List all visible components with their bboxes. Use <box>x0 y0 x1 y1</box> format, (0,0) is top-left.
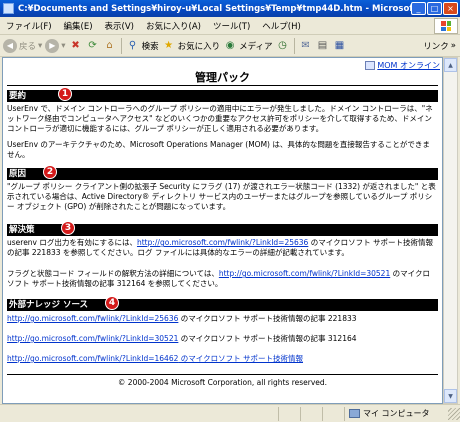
chevron-down-icon: ▾ <box>38 40 43 51</box>
resolution-text: userenv ログ出力を有効にするには、 <box>7 238 137 247</box>
chevron-down-icon: ▾ <box>61 40 66 51</box>
title-bar: C:¥Documents and Settings¥hiroy-u¥Local … <box>0 0 460 17</box>
callout-badge: 1 <box>58 87 72 101</box>
cause-paragraph: "グループ ポリシー クライアント側の拡張子 Security にフラグ (17… <box>7 182 436 211</box>
zone-label: マイ コンピュータ <box>363 409 430 418</box>
status-cell <box>322 406 344 421</box>
status-bar: マイ コンピュータ <box>0 404 460 422</box>
windows-logo-icon <box>434 18 458 34</box>
refresh-icon[interactable]: ⟳ <box>86 39 100 53</box>
back-button[interactable]: ◀ 戻る ▾ <box>3 38 43 53</box>
search-icon: ⚲ <box>128 39 137 51</box>
external-link-item: http://go.microsoft.com/fwlink/?LinkId=1… <box>7 354 436 364</box>
history-icon[interactable]: ◷ <box>276 39 290 53</box>
callout-badge: 4 <box>105 296 119 310</box>
copyright-footer: © 2000-2004 Microsoft Corporation, all r… <box>117 378 328 387</box>
links-button[interactable]: リンク » <box>423 40 456 52</box>
minimize-button[interactable]: _ <box>411 2 426 15</box>
home-icon[interactable]: ⌂ <box>103 39 117 53</box>
print-icon[interactable]: ▤ <box>316 39 330 53</box>
section-heading-text: 要約 <box>9 91 27 101</box>
resize-grip-icon[interactable] <box>448 407 460 420</box>
mail-icon[interactable]: ✉ <box>299 39 313 53</box>
external-link-text: のマイクロソフト サポート技術情報の記事 221833 <box>178 314 357 323</box>
external-link-text[interactable]: のマイクロソフト サポート技術情報 <box>178 354 303 363</box>
maximize-button[interactable]: □ <box>427 2 442 15</box>
scroll-down-icon[interactable]: ▼ <box>444 389 457 403</box>
kb-link[interactable]: http://go.microsoft.com/fwlink/?LinkId=1… <box>7 354 178 363</box>
window-title: C:¥Documents and Settings¥hiroy-u¥Local … <box>18 3 411 14</box>
external-link-item: http://go.microsoft.com/fwlink/?LinkId=3… <box>7 334 436 344</box>
divider <box>7 85 438 86</box>
vertical-scrollbar[interactable]: ▲ ▼ <box>443 57 458 404</box>
window-controls: _ □ × <box>411 2 460 15</box>
menu-help[interactable]: ヘルプ(H) <box>256 20 307 32</box>
security-zone: マイ コンピュータ <box>344 406 448 421</box>
favorites-label: お気に入り <box>177 41 221 52</box>
status-cell <box>300 406 322 421</box>
edit-icon[interactable]: ▦ <box>333 39 347 53</box>
callout-badge: 3 <box>61 221 75 235</box>
forward-arrow-icon: ▶ <box>45 38 60 53</box>
search-label: 検索 <box>141 41 159 52</box>
scroll-up-icon[interactable]: ▲ <box>444 58 457 72</box>
kb-link[interactable]: http://go.microsoft.com/fwlink/?LinkId=2… <box>7 314 178 323</box>
media-button[interactable]: ◉ メディア <box>223 39 273 53</box>
back-arrow-icon: ◀ <box>3 38 17 53</box>
status-cell <box>278 406 300 421</box>
menu-edit[interactable]: 編集(E) <box>58 20 99 32</box>
stop-icon[interactable]: ✖ <box>69 39 83 53</box>
search-button[interactable]: ⚲ 検索 <box>126 39 159 53</box>
resolution-paragraph: フラグと状態コード フィールドの解釈方法の詳細については、http://go.m… <box>7 269 436 289</box>
external-link-item: http://go.microsoft.com/fwlink/?LinkId=2… <box>7 314 436 324</box>
links-label: リンク <box>423 42 449 52</box>
status-text-area <box>0 407 278 421</box>
menu-tools[interactable]: ツール(T) <box>207 20 256 32</box>
kb-link[interactable]: http://go.microsoft.com/fwlink/?LinkId=2… <box>137 238 308 247</box>
divider <box>7 374 438 375</box>
page-content: MOM オンライン 管理パック 要約 1 UserEnv で、ドメイン コントロ… <box>2 57 443 404</box>
section-heading-text: 解決策 <box>9 225 35 235</box>
star-icon: ★ <box>164 39 174 51</box>
toolbar-separator <box>120 37 122 54</box>
section-heading-text: 原因 <box>9 169 27 179</box>
menu-view[interactable]: 表示(V) <box>99 20 140 32</box>
computer-icon <box>349 409 360 418</box>
section-external-knowledge-heading: 外部ナレッジ ソース <box>7 299 438 311</box>
external-link-text: のマイクロソフト サポート技術情報の記事 312164 <box>178 334 357 343</box>
close-button[interactable]: × <box>443 2 458 15</box>
summary-paragraph: UserEnv のアーキテクチャのため、Microsoft Operations… <box>7 140 430 159</box>
callout-badge: 2 <box>43 165 57 179</box>
favorites-button[interactable]: ★ お気に入り <box>162 39 221 53</box>
ie-document-icon <box>3 3 14 14</box>
media-icon: ◉ <box>225 39 235 51</box>
toolbar: ◀ 戻る ▾ ▶ ▾ ✖ ⟳ ⌂ ⚲ 検索 ★ お気に入り ◉ メディア ◷ ✉… <box>0 35 460 57</box>
page-title: 管理パック <box>195 71 250 84</box>
section-heading-text: 外部ナレッジ ソース <box>9 300 89 310</box>
back-label: 戻る <box>19 41 37 52</box>
media-label: メディア <box>239 41 273 52</box>
menu-bar: ファイル(F) 編集(E) 表示(V) お気に入り(A) ツール(T) ヘルプ(… <box>0 17 460 35</box>
summary-paragraph: UserEnv で、ドメイン コントローラへのグループ ポリシーの適用中にエラー… <box>7 104 433 133</box>
menu-file[interactable]: ファイル(F) <box>0 20 58 32</box>
resolution-paragraph: userenv ログ出力を有効にするには、http://go.microsoft… <box>7 238 436 258</box>
menu-favorites[interactable]: お気に入り(A) <box>140 20 207 32</box>
kb-link[interactable]: http://go.microsoft.com/fwlink/?LinkId=3… <box>219 269 390 278</box>
kb-link[interactable]: http://go.microsoft.com/fwlink/?LinkId=3… <box>7 334 178 343</box>
resolution-text: フラグと状態コード フィールドの解釈方法の詳細については、 <box>7 269 219 278</box>
section-cause-heading: 原因 <box>7 168 438 180</box>
double-chevron-icon: » <box>450 41 456 51</box>
toolbar-separator <box>293 37 295 54</box>
forward-button[interactable]: ▶ ▾ <box>45 38 66 53</box>
